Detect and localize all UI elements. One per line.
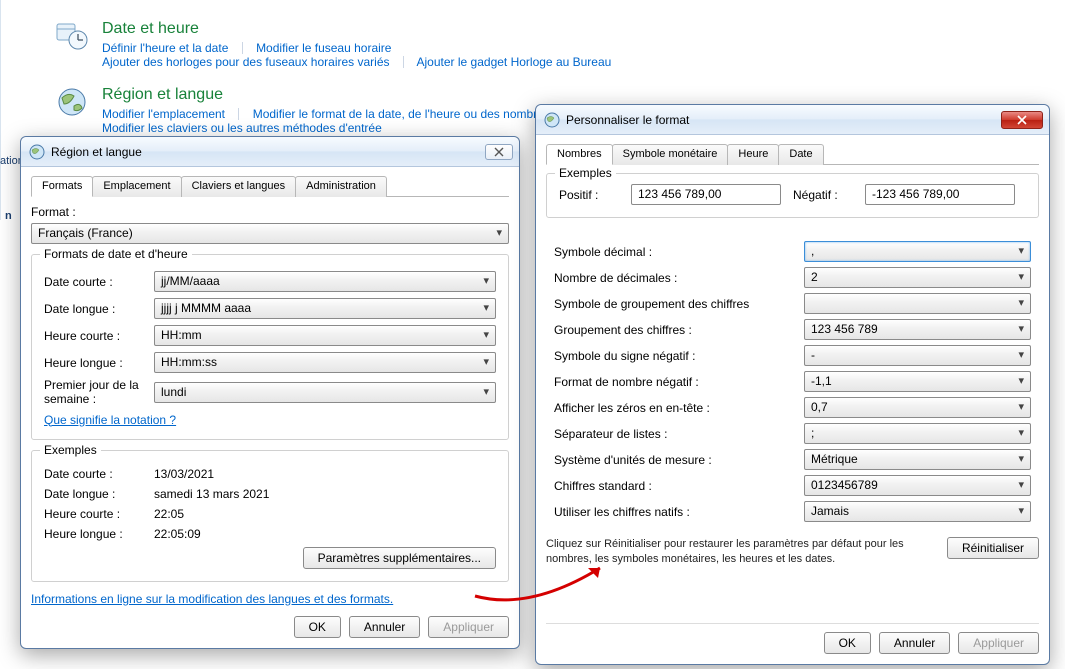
neg-symbol-select[interactable]: - — [804, 345, 1031, 366]
short-time-label: Heure courte : — [44, 329, 154, 343]
long-date-select[interactable]: jjjj j MMMM aaaa — [154, 298, 496, 319]
tabs-region: Formats Emplacement Claviers et langues … — [31, 175, 509, 197]
leading-zero-select[interactable]: 0,7 — [804, 397, 1031, 418]
notation-help-link[interactable]: Que signifie la notation ? — [44, 413, 176, 427]
native-digits-select[interactable]: Jamais — [804, 501, 1031, 522]
negative-label: Négatif : — [793, 188, 853, 202]
units-select[interactable]: Métrique — [804, 449, 1031, 470]
titlebar-customize[interactable]: Personnaliser le format — [536, 105, 1049, 135]
list-sep-select[interactable]: ; — [804, 423, 1031, 444]
tabs-customize: Nombres Symbole monétaire Heure Date — [546, 143, 1039, 165]
long-date-label: Date longue : — [44, 302, 154, 316]
ndecimals-select[interactable]: 2 — [804, 267, 1031, 288]
examples-legend: Exemples — [555, 166, 616, 180]
link-modify-format[interactable]: Modifier le format de la date, de l'heur… — [253, 107, 550, 121]
ok-button[interactable]: OK — [294, 616, 341, 638]
ex-short-date-v: 13/03/2021 — [154, 467, 496, 481]
cancel-button[interactable]: Annuler — [879, 632, 950, 654]
ex-short-time-v: 22:05 — [154, 507, 496, 521]
grouping-symbol-select[interactable] — [804, 293, 1031, 314]
control-panel-item-datetime[interactable]: Date et heure Définir l'heure et la date… — [56, 20, 611, 69]
tab-date[interactable]: Date — [778, 144, 823, 165]
globe-icon — [56, 86, 88, 118]
std-digits-label: Chiffres standard : — [554, 479, 804, 493]
decimal-symbol-select[interactable]: , — [804, 241, 1031, 262]
separator — [403, 56, 404, 68]
tab-formats[interactable]: Formats — [31, 176, 93, 197]
link-clock-gadget[interactable]: Ajouter le gadget Horloge au Bureau — [417, 55, 612, 69]
separator — [238, 108, 239, 120]
tab-admin[interactable]: Administration — [295, 176, 387, 197]
clock-icon — [56, 20, 88, 52]
first-day-select[interactable]: lundi — [154, 382, 496, 403]
native-digits-label: Utiliser les chiffres natifs : — [554, 505, 804, 519]
more-params-button[interactable]: Paramètres supplémentaires... — [303, 547, 496, 569]
grouping-label: Groupement des chiffres : — [554, 323, 804, 337]
tab-time[interactable]: Heure — [727, 144, 779, 165]
link-modify-keyboards[interactable]: Modifier les claviers ou les autres méth… — [102, 121, 382, 135]
link-modify-location[interactable]: Modifier l'emplacement — [102, 107, 225, 121]
group-datetime-legend: Formats de date et d'heure — [40, 247, 192, 261]
neg-format-select[interactable]: -1,1 — [804, 371, 1031, 392]
positive-example: 123 456 789,00 — [631, 184, 781, 205]
ex-long-date-k: Date longue : — [44, 487, 154, 501]
std-digits-select[interactable]: 0123456789 — [804, 475, 1031, 496]
link-set-time[interactable]: Définir l'heure et la date — [102, 41, 228, 55]
tab-numbers[interactable]: Nombres — [546, 144, 613, 165]
list-sep-label: Séparateur de listes : — [554, 427, 804, 441]
short-date-select[interactable]: jj/MM/aaaa — [154, 271, 496, 292]
separator — [242, 42, 243, 54]
tab-keyboards[interactable]: Claviers et langues — [181, 176, 297, 197]
format-select[interactable]: Français (France) — [31, 223, 509, 244]
ex-long-date-v: samedi 13 mars 2021 — [154, 487, 496, 501]
tab-location[interactable]: Emplacement — [92, 176, 181, 197]
units-label: Système d'unités de mesure : — [554, 453, 804, 467]
close-button[interactable] — [485, 144, 513, 160]
globe-icon — [544, 112, 560, 128]
negative-example: -123 456 789,00 — [865, 184, 1015, 205]
short-time-select[interactable]: HH:mm — [154, 325, 496, 346]
link-timezone[interactable]: Modifier le fuseau horaire — [256, 41, 391, 55]
ok-button[interactable]: OK — [824, 632, 871, 654]
format-label: Format : — [31, 205, 509, 219]
datetime-title[interactable]: Date et heure — [102, 20, 611, 38]
ex-long-time-k: Heure longue : — [44, 527, 154, 541]
short-date-label: Date courte : — [44, 275, 154, 289]
ex-long-time-v: 22:05:09 — [154, 527, 496, 541]
region-title[interactable]: Région et langue — [102, 86, 550, 104]
close-button[interactable] — [1001, 111, 1043, 129]
ex-short-time-k: Heure courte : — [44, 507, 154, 521]
title-text: Personnaliser le format — [566, 113, 689, 127]
tab-currency[interactable]: Symbole monétaire — [612, 144, 729, 165]
window-customize-format: Personnaliser le format Nombres Symbole … — [535, 104, 1050, 665]
control-panel-item-region[interactable]: Région et langue Modifier l'emplacement … — [56, 86, 550, 135]
grouping-symbol-label: Symbole de groupement des chiffres — [554, 297, 804, 311]
leading-zero-label: Afficher les zéros en en-tête : — [554, 401, 804, 415]
titlebar-region[interactable]: Région et langue — [21, 137, 519, 167]
positive-label: Positif : — [559, 188, 619, 202]
first-day-label: Premier jour de la semaine : — [44, 379, 154, 407]
reset-button[interactable]: Réinitialiser — [947, 537, 1039, 559]
reset-help-text: Cliquez sur Réinitialiser pour restaurer… — [546, 537, 929, 567]
globe-icon — [29, 144, 45, 160]
apply-button[interactable]: Appliquer — [958, 632, 1039, 654]
online-info-link[interactable]: Informations en ligne sur la modificatio… — [31, 592, 393, 606]
neg-symbol-label: Symbole du signe négatif : — [554, 349, 804, 363]
decimal-symbol-label: Symbole décimal : — [554, 245, 804, 259]
ex-short-date-k: Date courte : — [44, 467, 154, 481]
neg-format-label: Format de nombre négatif : — [554, 375, 804, 389]
examples-legend: Exemples — [40, 443, 101, 457]
window-region-language: Région et langue Formats Emplacement Cla… — [20, 136, 520, 649]
long-time-label: Heure longue : — [44, 356, 154, 370]
title-text: Région et langue — [51, 145, 142, 159]
apply-button[interactable]: Appliquer — [428, 616, 509, 638]
long-time-select[interactable]: HH:mm:ss — [154, 352, 496, 373]
sidebar-selected-fragment: n — [5, 210, 12, 222]
cancel-button[interactable]: Annuler — [349, 616, 420, 638]
grouping-select[interactable]: 123 456 789 — [804, 319, 1031, 340]
ndecimals-label: Nombre de décimales : — [554, 271, 804, 285]
link-add-clocks[interactable]: Ajouter des horloges pour des fuseaux ho… — [102, 55, 390, 69]
